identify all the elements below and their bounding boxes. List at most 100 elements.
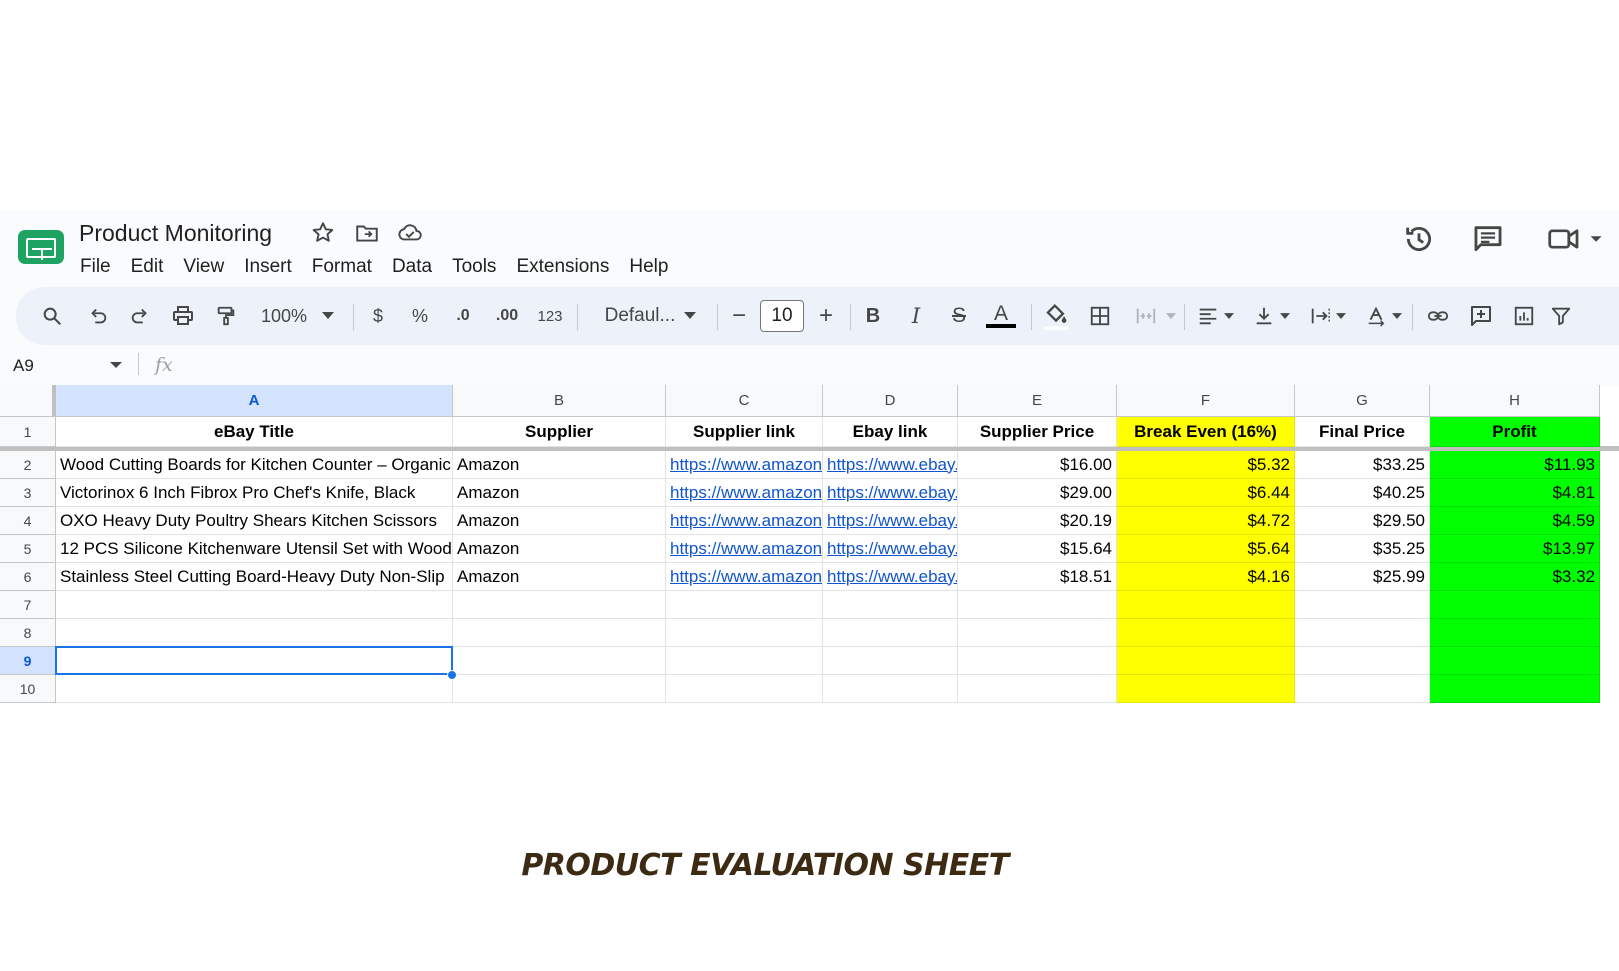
row-header-7[interactable]: 7: [0, 591, 56, 619]
star-icon[interactable]: [310, 220, 336, 246]
horizontal-align-icon[interactable]: [1192, 287, 1224, 345]
menu-data[interactable]: Data: [382, 252, 442, 282]
cell-g7[interactable]: [1295, 591, 1430, 619]
text-rotation-icon[interactable]: [1360, 287, 1392, 345]
cell-e3[interactable]: $29.00: [958, 479, 1117, 507]
insert-link-icon[interactable]: [1420, 287, 1456, 345]
increase-decimal-button[interactable]: .00: [488, 287, 526, 345]
cell-h6[interactable]: $3.32: [1430, 563, 1600, 591]
cell-h9[interactable]: [1430, 647, 1600, 675]
cell-e6[interactable]: $18.51: [958, 563, 1117, 591]
font-chevron-down-icon[interactable]: [682, 287, 698, 345]
cell-f3[interactable]: $6.44: [1117, 479, 1295, 507]
percent-format-button[interactable]: %: [406, 287, 434, 345]
row-header-5[interactable]: 5: [0, 535, 56, 563]
cell-h7[interactable]: [1430, 591, 1600, 619]
vertical-align-icon[interactable]: [1248, 287, 1280, 345]
comments-icon[interactable]: [1471, 222, 1505, 256]
strikethrough-button[interactable]: S: [944, 287, 974, 345]
valign-chevron-down-icon[interactable]: [1278, 287, 1292, 345]
cell-h3[interactable]: $4.81: [1430, 479, 1600, 507]
menu-file[interactable]: File: [70, 252, 121, 282]
cell-a8[interactable]: [56, 619, 453, 647]
column-header-c[interactable]: C: [666, 385, 823, 417]
cell-e2[interactable]: $16.00: [958, 451, 1117, 479]
name-box[interactable]: A9: [13, 356, 34, 376]
search-icon[interactable]: [34, 287, 70, 345]
cell-f1[interactable]: Break Even (16%): [1117, 417, 1295, 447]
cell-f7[interactable]: [1117, 591, 1295, 619]
cell-g1[interactable]: Final Price: [1295, 417, 1430, 447]
cell-b6[interactable]: Amazon: [453, 563, 666, 591]
cell-a2[interactable]: Wood Cutting Boards for Kitchen Counter …: [56, 451, 453, 479]
cell-h8[interactable]: [1430, 619, 1600, 647]
wrap-chevron-down-icon[interactable]: [1334, 287, 1348, 345]
cell-h5[interactable]: $13.97: [1430, 535, 1600, 563]
column-header-b[interactable]: B: [453, 385, 666, 417]
borders-icon[interactable]: [1082, 287, 1118, 345]
cell-c1[interactable]: Supplier link: [666, 417, 823, 447]
italic-button[interactable]: I: [901, 287, 931, 345]
cell-d1[interactable]: Ebay link: [823, 417, 958, 447]
cell-c3[interactable]: https://www.amazon.com: [666, 479, 823, 507]
cell-d7[interactable]: [823, 591, 958, 619]
undo-icon[interactable]: [80, 287, 116, 345]
text-color-button[interactable]: A: [984, 287, 1018, 345]
cell-b4[interactable]: Amazon: [453, 507, 666, 535]
menu-insert[interactable]: Insert: [234, 252, 302, 282]
redo-icon[interactable]: [122, 287, 158, 345]
column-header-a[interactable]: A: [56, 385, 453, 417]
cell-f5[interactable]: $5.64: [1117, 535, 1295, 563]
row-header-3[interactable]: 3: [0, 479, 56, 507]
cell-a7[interactable]: [56, 591, 453, 619]
menu-help[interactable]: Help: [619, 252, 678, 282]
cell-g3[interactable]: $40.25: [1295, 479, 1430, 507]
row-header-4[interactable]: 4: [0, 507, 56, 535]
cell-d9[interactable]: [823, 647, 958, 675]
cell-e7[interactable]: [958, 591, 1117, 619]
insert-chart-icon[interactable]: [1506, 287, 1542, 345]
cell-b10[interactable]: [453, 675, 666, 703]
merge-chevron-down-icon[interactable]: [1164, 287, 1178, 345]
merge-cells-icon[interactable]: [1128, 287, 1164, 345]
cell-b9[interactable]: [453, 647, 666, 675]
menu-tools[interactable]: Tools: [442, 252, 506, 282]
bold-button[interactable]: B: [858, 287, 888, 345]
row-header-9[interactable]: 9: [0, 647, 56, 675]
cell-e9[interactable]: [958, 647, 1117, 675]
cell-g5[interactable]: $35.25: [1295, 535, 1430, 563]
cell-f4[interactable]: $4.72: [1117, 507, 1295, 535]
column-header-g[interactable]: G: [1295, 385, 1430, 417]
menu-extensions[interactable]: Extensions: [506, 252, 619, 282]
cell-c9[interactable]: [666, 647, 823, 675]
column-header-d[interactable]: D: [823, 385, 958, 417]
fill-color-icon[interactable]: [1038, 287, 1074, 345]
document-title[interactable]: Product Monitoring: [79, 220, 272, 247]
cell-d2[interactable]: https://www.ebay.com: [823, 451, 958, 479]
move-folder-icon[interactable]: [354, 220, 380, 246]
cell-c8[interactable]: [666, 619, 823, 647]
cell-b2[interactable]: Amazon: [453, 451, 666, 479]
cell-c4[interactable]: https://www.amazon.com: [666, 507, 823, 535]
cell-b1[interactable]: Supplier: [453, 417, 666, 447]
print-icon[interactable]: [165, 287, 201, 345]
cloud-saved-icon[interactable]: [396, 220, 422, 246]
cell-c10[interactable]: [666, 675, 823, 703]
row-header-10[interactable]: 10: [0, 675, 56, 703]
cell-g8[interactable]: [1295, 619, 1430, 647]
cell-h2[interactable]: $11.93: [1430, 451, 1600, 479]
cell-e5[interactable]: $15.64: [958, 535, 1117, 563]
cell-a6[interactable]: Stainless Steel Cutting Board-Heavy Duty…: [56, 563, 453, 591]
paint-format-icon[interactable]: [208, 287, 244, 345]
row-header-8[interactable]: 8: [0, 619, 56, 647]
column-header-h[interactable]: H: [1430, 385, 1600, 417]
cell-h1[interactable]: Profit: [1430, 417, 1600, 447]
cell-d3[interactable]: https://www.ebay.com: [823, 479, 958, 507]
cell-g10[interactable]: [1295, 675, 1430, 703]
select-all-corner[interactable]: [0, 385, 56, 417]
cell-f10[interactable]: [1117, 675, 1295, 703]
zoom-chevron-down-icon[interactable]: [320, 287, 336, 345]
fill-handle[interactable]: [447, 670, 457, 680]
cell-f9[interactable]: [1117, 647, 1295, 675]
menu-edit[interactable]: Edit: [121, 252, 174, 282]
